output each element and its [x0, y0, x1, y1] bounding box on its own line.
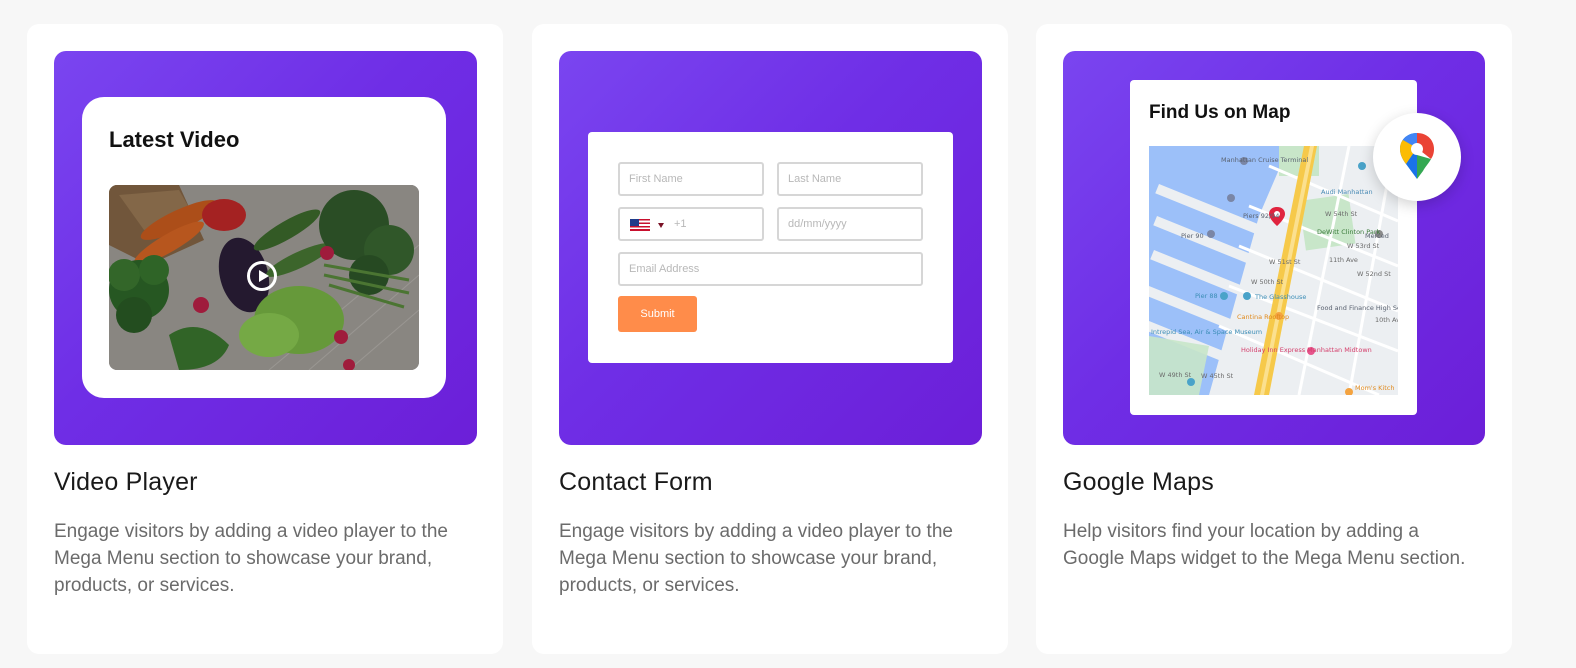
map-label: The Glasshouse	[1255, 293, 1307, 301]
map-label: Food and Finance High School	[1317, 304, 1398, 312]
map-label: W 53rd St	[1347, 242, 1380, 250]
contact-form-preview: First Name Last Name +1 dd/mm/yyyy Email…	[559, 51, 982, 445]
map-label: Pier 88	[1195, 292, 1218, 300]
last-name-field[interactable]: Last Name	[777, 162, 923, 196]
map-label: Intrepid Sea, Air & Space Museum	[1151, 328, 1263, 336]
email-field[interactable]: Email Address	[618, 252, 923, 286]
map-pin-icon	[1400, 133, 1434, 179]
map-label: Manhattan Cruise Terminal	[1221, 156, 1309, 164]
map-label: Pier 90	[1181, 232, 1204, 240]
play-icon[interactable]	[247, 261, 277, 291]
card-description: Help visitors find your location by addi…	[1063, 521, 1466, 569]
map-label: 11th Ave	[1329, 256, 1358, 264]
video-widget-heading: Latest Video	[109, 127, 240, 152]
first-name-field[interactable]: First Name	[618, 162, 764, 196]
chevron-down-icon	[658, 223, 664, 228]
map-label: Mom's Kitch	[1355, 384, 1395, 392]
phone-placeholder: +1	[674, 218, 687, 230]
video-thumbnail[interactable]	[109, 185, 419, 370]
card-description: Engage visitors by adding a video player…	[559, 521, 953, 596]
phone-field[interactable]: +1	[618, 207, 764, 241]
map-label: W 49th St	[1159, 371, 1192, 379]
map-label: 10th Ave	[1375, 316, 1398, 324]
video-widget-panel: Latest Video	[82, 97, 446, 398]
card-title: Google Maps	[1063, 468, 1214, 496]
map-label: W 51st St	[1269, 258, 1301, 266]
contact-form-card[interactable]: First Name Last Name +1 dd/mm/yyyy Email…	[532, 24, 1008, 654]
map-label: W 52nd St	[1357, 270, 1391, 278]
map-label: Audi Manhattan	[1321, 188, 1373, 196]
card-title: Contact Form	[559, 468, 713, 496]
date-field[interactable]: dd/mm/yyyy	[777, 207, 923, 241]
google-maps-card[interactable]: Find Us on Map Manhattan Cruise Terminal…	[1036, 24, 1512, 654]
map-label: Cantina Rooftop	[1237, 313, 1290, 321]
card-title: Video Player	[54, 468, 198, 496]
submit-button[interactable]: Submit	[618, 296, 697, 332]
google-maps-logo	[1373, 113, 1461, 201]
map-view[interactable]: Manhattan Cruise Terminal Audi Manhattan…	[1149, 146, 1398, 395]
video-player-card[interactable]: Latest Video Video Player Engage visitor…	[27, 24, 503, 654]
map-label: W 45th St	[1201, 372, 1234, 380]
map-label: W 54th St	[1325, 210, 1358, 218]
map-label: Merced	[1365, 232, 1389, 240]
google-maps-preview: Find Us on Map Manhattan Cruise Terminal…	[1063, 51, 1485, 445]
us-flag-icon[interactable]	[630, 219, 650, 231]
map-widget-heading: Find Us on Map	[1149, 102, 1291, 123]
card-description: Engage visitors by adding a video player…	[54, 521, 448, 596]
map-label: Holiday Inn Express Manhattan Midtown	[1241, 346, 1372, 354]
video-player-preview: Latest Video	[54, 51, 477, 445]
contact-form-panel: First Name Last Name +1 dd/mm/yyyy Email…	[588, 132, 953, 363]
map-label: Piers 92/94	[1243, 212, 1280, 220]
map-label: W 50th St	[1251, 278, 1284, 286]
